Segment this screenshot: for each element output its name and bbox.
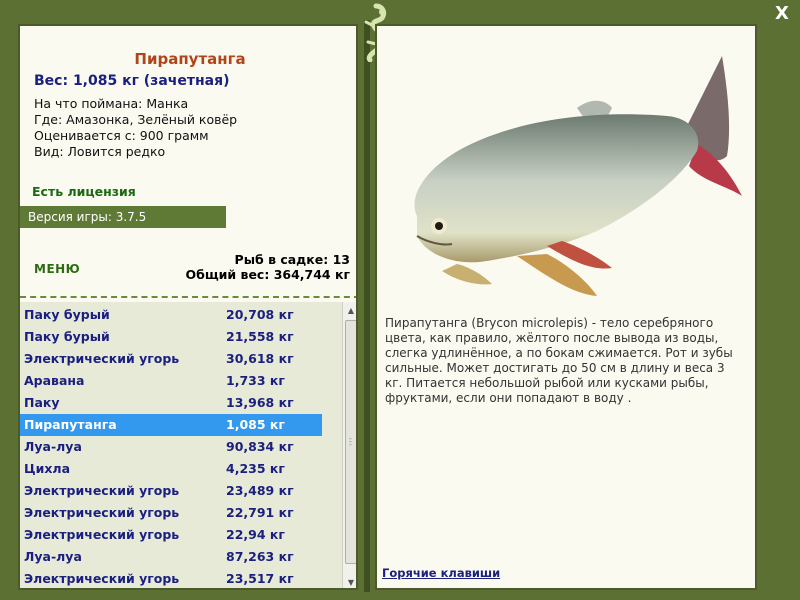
- list-item-name: Паку: [24, 395, 60, 410]
- fish-title: Пирапутанга: [134, 50, 246, 68]
- scroll-up-icon[interactable]: ▲: [343, 304, 356, 318]
- list-item[interactable]: Электрический угорь 30,618 кг: [20, 348, 322, 370]
- menu-button[interactable]: МЕНЮ: [34, 262, 80, 276]
- fish-description: Пирапутанга (Brycon microlepis) - тело с…: [385, 316, 733, 405]
- scroll-down-icon[interactable]: ▼: [343, 576, 356, 588]
- list-item-weight: 90,834 кг: [226, 439, 294, 454]
- total-weight: Общий вес: 364,744 кг: [185, 267, 351, 282]
- location-line: Где: Амазонка, Зелёный ковёр: [34, 112, 238, 127]
- list-item[interactable]: Цихла 4,235 кг: [20, 458, 322, 480]
- list-item-weight: 23,517 кг: [226, 571, 294, 586]
- scrollbar[interactable]: ▲ --- ▼: [342, 302, 356, 588]
- list-item-weight: 1,733 кг: [226, 373, 285, 388]
- right-panel: Пирапутанга (Brycon microlepis) - тело с…: [375, 24, 757, 590]
- list-item-name: Луа-луа: [24, 549, 82, 564]
- list-item-weight: 22,94 кг: [226, 527, 285, 542]
- list-item-name: Паку бурый: [24, 307, 110, 322]
- list-item[interactable]: Электрический угорь 22,791 кг: [20, 502, 322, 524]
- list-item[interactable]: Паку 13,968 кг: [20, 392, 322, 414]
- bait-line: На что поймана: Манка: [34, 96, 189, 111]
- list-item-weight: 21,558 кг: [226, 329, 294, 344]
- list-item[interactable]: Паку бурый 21,558 кг: [20, 326, 322, 348]
- scroll-thumb[interactable]: ---: [345, 320, 356, 564]
- list-item[interactable]: Пирапутанга 1,085 кг: [20, 414, 322, 436]
- valued-line: Оценивается с: 900 грамм: [34, 128, 209, 143]
- fish-weight: Вес: 1,085 кг (зачетная): [34, 73, 230, 89]
- fish-image: [414, 56, 742, 296]
- list-item-name: Паку бурый: [24, 329, 110, 344]
- list-item[interactable]: Паку бурый 20,708 кг: [20, 304, 322, 326]
- license-status: Есть лицензия: [32, 184, 136, 199]
- version-bar: Версия игры: 3.7.5: [20, 206, 226, 228]
- hotkeys-link[interactable]: Горячие клавиши: [382, 566, 500, 580]
- fish-count: Рыб в садке: 13: [234, 252, 350, 267]
- list-item-weight: 30,618 кг: [226, 351, 294, 366]
- list-item-weight: 1,085 кг: [226, 417, 285, 432]
- list-item[interactable]: Луа-луа 87,263 кг: [20, 546, 322, 568]
- list-item[interactable]: Луа-луа 90,834 кг: [20, 436, 322, 458]
- list-item-name: Пирапутанга: [24, 417, 117, 432]
- list-item-name: Аравана: [24, 373, 85, 388]
- list-item-name: Цихла: [24, 461, 71, 476]
- catch-stats: Рыб в садке: 13 Общий вес: 364,744 кг: [186, 252, 351, 282]
- list-item-weight: 20,708 кг: [226, 307, 294, 322]
- left-panel: Пирапутанга Вес: 1,085 кг (зачетная) На …: [18, 24, 358, 590]
- list-item[interactable]: Электрический угорь 23,517 кг: [20, 568, 322, 588]
- list-item-weight: 4,235 кг: [226, 461, 285, 476]
- grip-icon: ---: [349, 434, 352, 449]
- list-item-name: Электрический угорь: [24, 571, 180, 586]
- list-item[interactable]: Аравана 1,733 кг: [20, 370, 322, 392]
- rarity-line: Вид: Ловится редко: [34, 144, 166, 159]
- panel-divider: [364, 20, 370, 592]
- list-item-name: Электрический угорь: [24, 483, 180, 498]
- list-item-weight: 13,968 кг: [226, 395, 294, 410]
- list-item-weight: 22,791 кг: [226, 505, 294, 520]
- list-item-name: Электрический угорь: [24, 351, 180, 366]
- list-item-name: Электрический угорь: [24, 505, 180, 520]
- list-item-name: Луа-луа: [24, 439, 82, 454]
- list-item-weight: 87,263 кг: [226, 549, 294, 564]
- list-item-weight: 23,489 кг: [226, 483, 294, 498]
- separator: [20, 296, 356, 298]
- catch-list: Паку бурый 20,708 кг Паку бурый 21,558 кг Эл…: [20, 302, 342, 588]
- list-item[interactable]: Электрический угорь 22,94 кг: [20, 524, 322, 546]
- list-item[interactable]: Электрический угорь 23,489 кг: [20, 480, 322, 502]
- list-item-name: Электрический угорь: [24, 527, 180, 542]
- close-button[interactable]: X: [772, 4, 792, 24]
